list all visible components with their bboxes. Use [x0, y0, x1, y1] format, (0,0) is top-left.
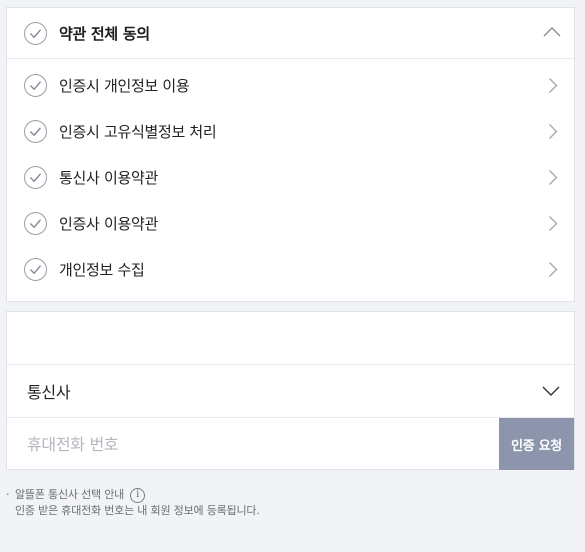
notice-bullet: ·	[6, 488, 10, 501]
agree-all-label: 약관 전체 동의	[59, 24, 150, 43]
term-label: 인증시 고유식별정보 처리	[59, 122, 217, 141]
notice-line-1: · 알뜰폰 통신사 선택 안내 i	[6, 487, 260, 503]
term-label: 통신사 이용약관	[59, 168, 158, 187]
carrier-select[interactable]: 통신사	[7, 365, 574, 418]
chevron-right-icon[interactable]	[548, 215, 558, 232]
chevron-right-icon[interactable]	[548, 261, 558, 278]
check-circle-icon[interactable]	[24, 21, 47, 45]
check-circle-icon[interactable]	[24, 211, 47, 235]
notice-line-2: 인증 받은 휴대전화 번호는 내 회원 정보에 등록됩니다.	[15, 504, 260, 517]
term-label: 개인정보 수집	[59, 260, 145, 279]
chevron-right-icon[interactable]	[548, 77, 558, 94]
term-item-unique-id-processing[interactable]: 인증시 고유식별정보 처리	[7, 108, 574, 154]
check-circle-icon[interactable]	[24, 119, 47, 143]
chevron-right-icon[interactable]	[548, 123, 558, 140]
term-label: 인증사 이용약관	[59, 214, 158, 233]
check-circle-icon[interactable]	[24, 73, 47, 97]
verification-form-card: 통신사 인증 요청	[6, 311, 575, 470]
chevron-up-icon[interactable]	[543, 25, 561, 39]
check-circle-icon[interactable]	[24, 165, 47, 189]
check-circle-icon[interactable]	[24, 257, 47, 281]
chevron-down-icon[interactable]	[542, 385, 560, 397]
chevron-right-icon[interactable]	[548, 169, 558, 186]
term-label: 인증시 개인정보 이용	[59, 76, 190, 95]
terms-list: 인증시 개인정보 이용 인증시 고유식별정보 처리 통신사 이용약관 인증사 이…	[7, 59, 574, 292]
notice: · 알뜰폰 통신사 선택 안내 i 인증 받은 휴대전화 번호는 내 회원 정보…	[6, 487, 260, 519]
mvno-carrier-guide-text: 알뜰폰 통신사 선택 안내	[15, 488, 125, 501]
form-blank-row	[7, 312, 574, 365]
term-item-personal-info-collection[interactable]: 개인정보 수집	[7, 246, 574, 292]
terms-card: 약관 전체 동의 인증시 개인정보 이용 인증시 고유식별정보 처리 통신사 이…	[6, 7, 575, 302]
request-verification-button[interactable]: 인증 요청	[499, 418, 574, 470]
carrier-select-label: 통신사	[27, 383, 71, 402]
info-icon[interactable]: i	[130, 487, 146, 503]
term-item-carrier-terms[interactable]: 통신사 이용약관	[7, 154, 574, 200]
agree-all-row[interactable]: 약관 전체 동의	[7, 8, 574, 59]
phone-number-input[interactable]	[7, 418, 499, 470]
term-item-auth-provider-terms[interactable]: 인증사 이용약관	[7, 200, 574, 246]
phone-row: 인증 요청	[7, 418, 574, 470]
term-item-personal-info-use[interactable]: 인증시 개인정보 이용	[7, 62, 574, 108]
